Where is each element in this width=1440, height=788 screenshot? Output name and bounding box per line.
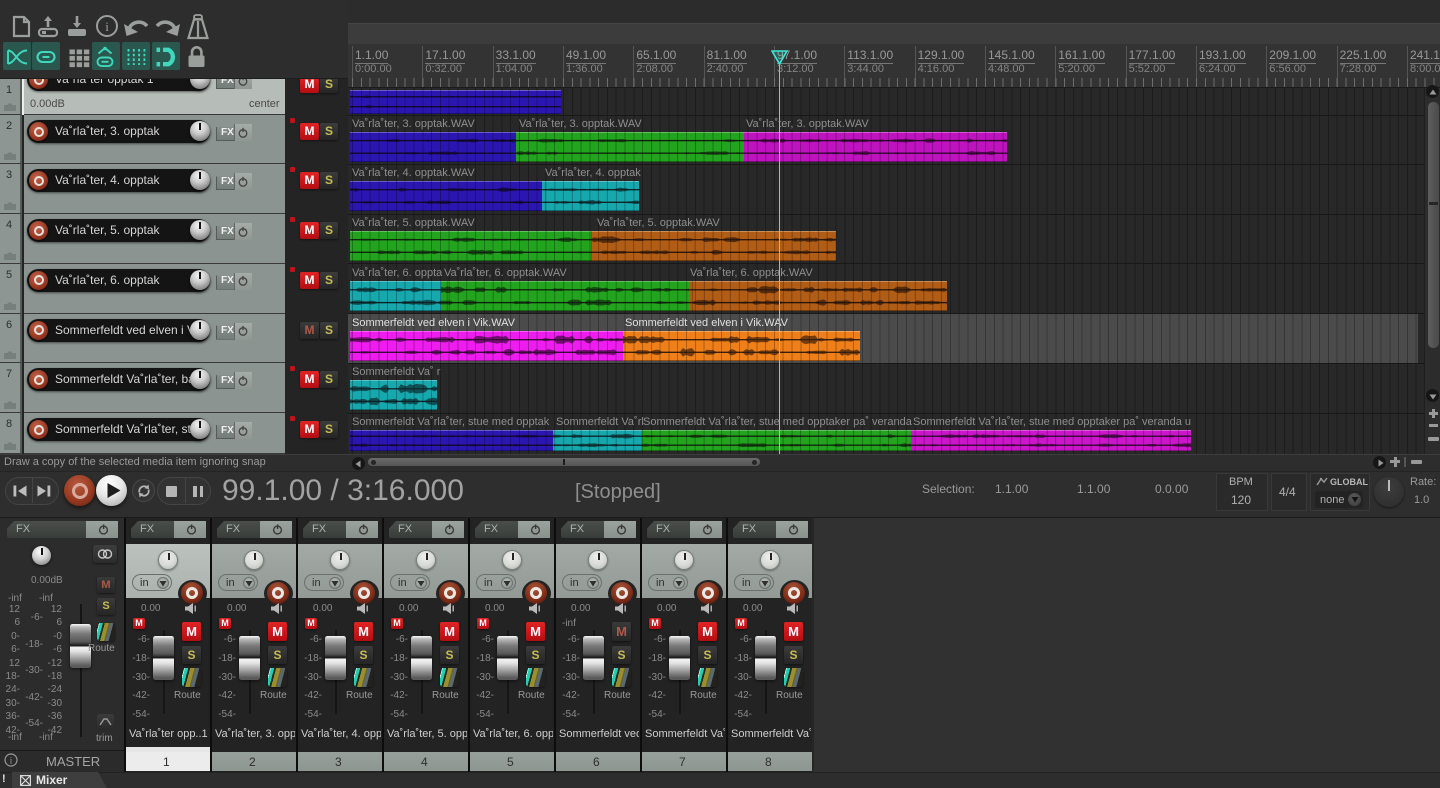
svg-text:i: i xyxy=(105,19,109,34)
svg-text:i: i xyxy=(10,756,13,766)
